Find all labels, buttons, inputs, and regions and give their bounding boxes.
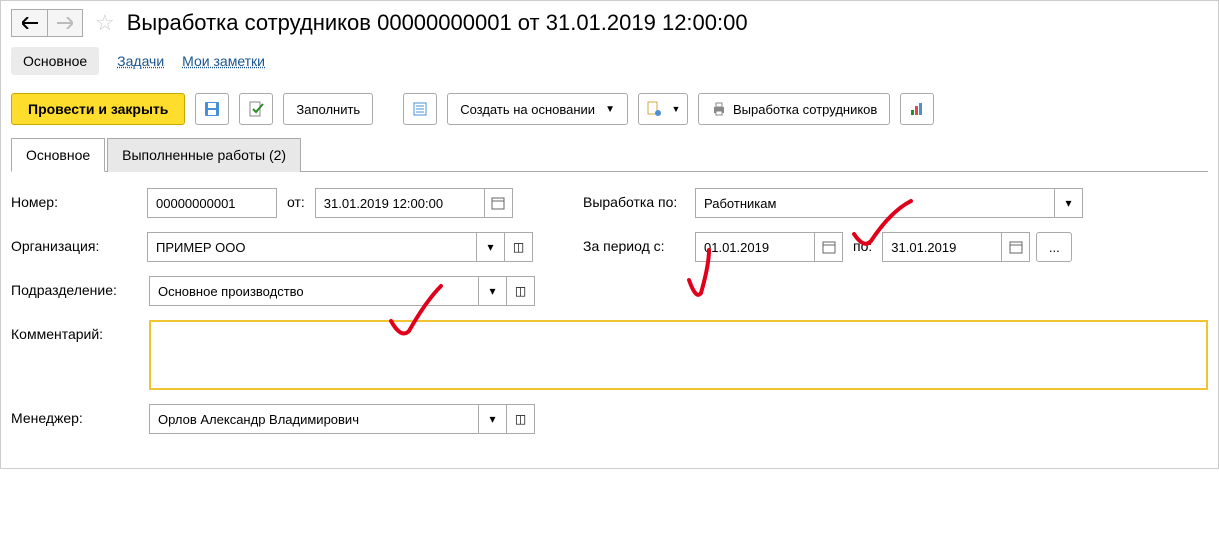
dropdown-button[interactable]: ▾ [479, 276, 507, 306]
calendar-button[interactable] [485, 188, 513, 218]
period-more-button[interactable]: ... [1036, 232, 1072, 262]
document-gear-icon [646, 101, 662, 117]
subnav-tasks[interactable]: Задачи [117, 53, 164, 69]
comment-textarea[interactable] [149, 320, 1208, 390]
create-based-label: Создать на основании [460, 102, 595, 117]
chart-icon [909, 101, 925, 117]
post-and-close-button[interactable]: Провести и закрыть [11, 93, 185, 125]
period-to-input[interactable] [882, 232, 1002, 262]
subnav-main[interactable]: Основное [11, 47, 99, 75]
favorite-star-icon[interactable]: ☆ [95, 10, 115, 36]
post-icon [248, 101, 264, 117]
calendar-button[interactable] [815, 232, 843, 262]
subnav-notes[interactable]: Мои заметки [182, 53, 265, 69]
tab-completed-works[interactable]: Выполненные работы (2) [107, 138, 301, 172]
org-input[interactable] [147, 232, 477, 262]
calendar-icon [822, 240, 836, 254]
back-button[interactable] [11, 9, 47, 37]
org-label: Организация: [11, 232, 141, 254]
chevron-down-icon: ▾ [487, 240, 493, 254]
create-based-on-button[interactable]: Создать на основании ▼ [447, 93, 628, 125]
period-from-input[interactable] [695, 232, 815, 262]
chevron-down-icon: ▼ [672, 104, 681, 114]
print-report-button[interactable]: Выработка сотрудников [698, 93, 890, 125]
open-button[interactable]: ◫ [505, 232, 533, 262]
number-input[interactable] [147, 188, 277, 218]
open-icon: ◫ [513, 240, 524, 254]
chevron-down-icon: ▼ [605, 104, 615, 115]
number-label: Номер: [11, 188, 141, 210]
open-icon: ◫ [515, 284, 526, 298]
post-button[interactable] [239, 93, 273, 125]
open-button[interactable]: ◫ [507, 404, 535, 434]
subdiv-input[interactable] [149, 276, 479, 306]
calendar-button[interactable] [1002, 232, 1030, 262]
chevron-down-icon: ▾ [1065, 196, 1071, 210]
from-label: от: [283, 188, 309, 216]
save-icon [204, 101, 220, 117]
manager-input[interactable] [149, 404, 479, 434]
chevron-down-icon: ▾ [489, 284, 495, 298]
list-button[interactable] [403, 93, 437, 125]
open-button[interactable]: ◫ [507, 276, 535, 306]
open-icon: ◫ [515, 412, 526, 426]
comment-label: Комментарий: [11, 320, 141, 342]
period-to-label: по: [849, 232, 876, 260]
list-icon [412, 101, 428, 117]
forward-button[interactable] [47, 9, 83, 37]
settings-button[interactable]: ▼ [638, 93, 688, 125]
date-input[interactable] [315, 188, 485, 218]
chevron-down-icon: ▾ [489, 412, 495, 426]
vyrabotka-po-label: Выработка по: [579, 188, 689, 216]
calendar-icon [1009, 240, 1023, 254]
manager-label: Менеджер: [11, 404, 141, 426]
period-from-label: За период с: [579, 232, 689, 260]
save-button[interactable] [195, 93, 229, 125]
dropdown-button[interactable]: ▾ [477, 232, 505, 262]
calendar-icon [491, 196, 505, 210]
reports-button[interactable] [900, 93, 934, 125]
subdiv-label: Подразделение: [11, 276, 141, 298]
vyrabotka-po-select[interactable] [695, 188, 1055, 218]
dropdown-button[interactable]: ▾ [479, 404, 507, 434]
tab-main[interactable]: Основное [11, 138, 105, 172]
fill-button[interactable]: Заполнить [283, 93, 373, 125]
print-report-label: Выработка сотрудников [733, 102, 877, 117]
page-title: Выработка сотрудников 00000000001 от 31.… [127, 10, 748, 36]
printer-icon [711, 101, 727, 117]
dropdown-button[interactable]: ▾ [1055, 188, 1083, 218]
